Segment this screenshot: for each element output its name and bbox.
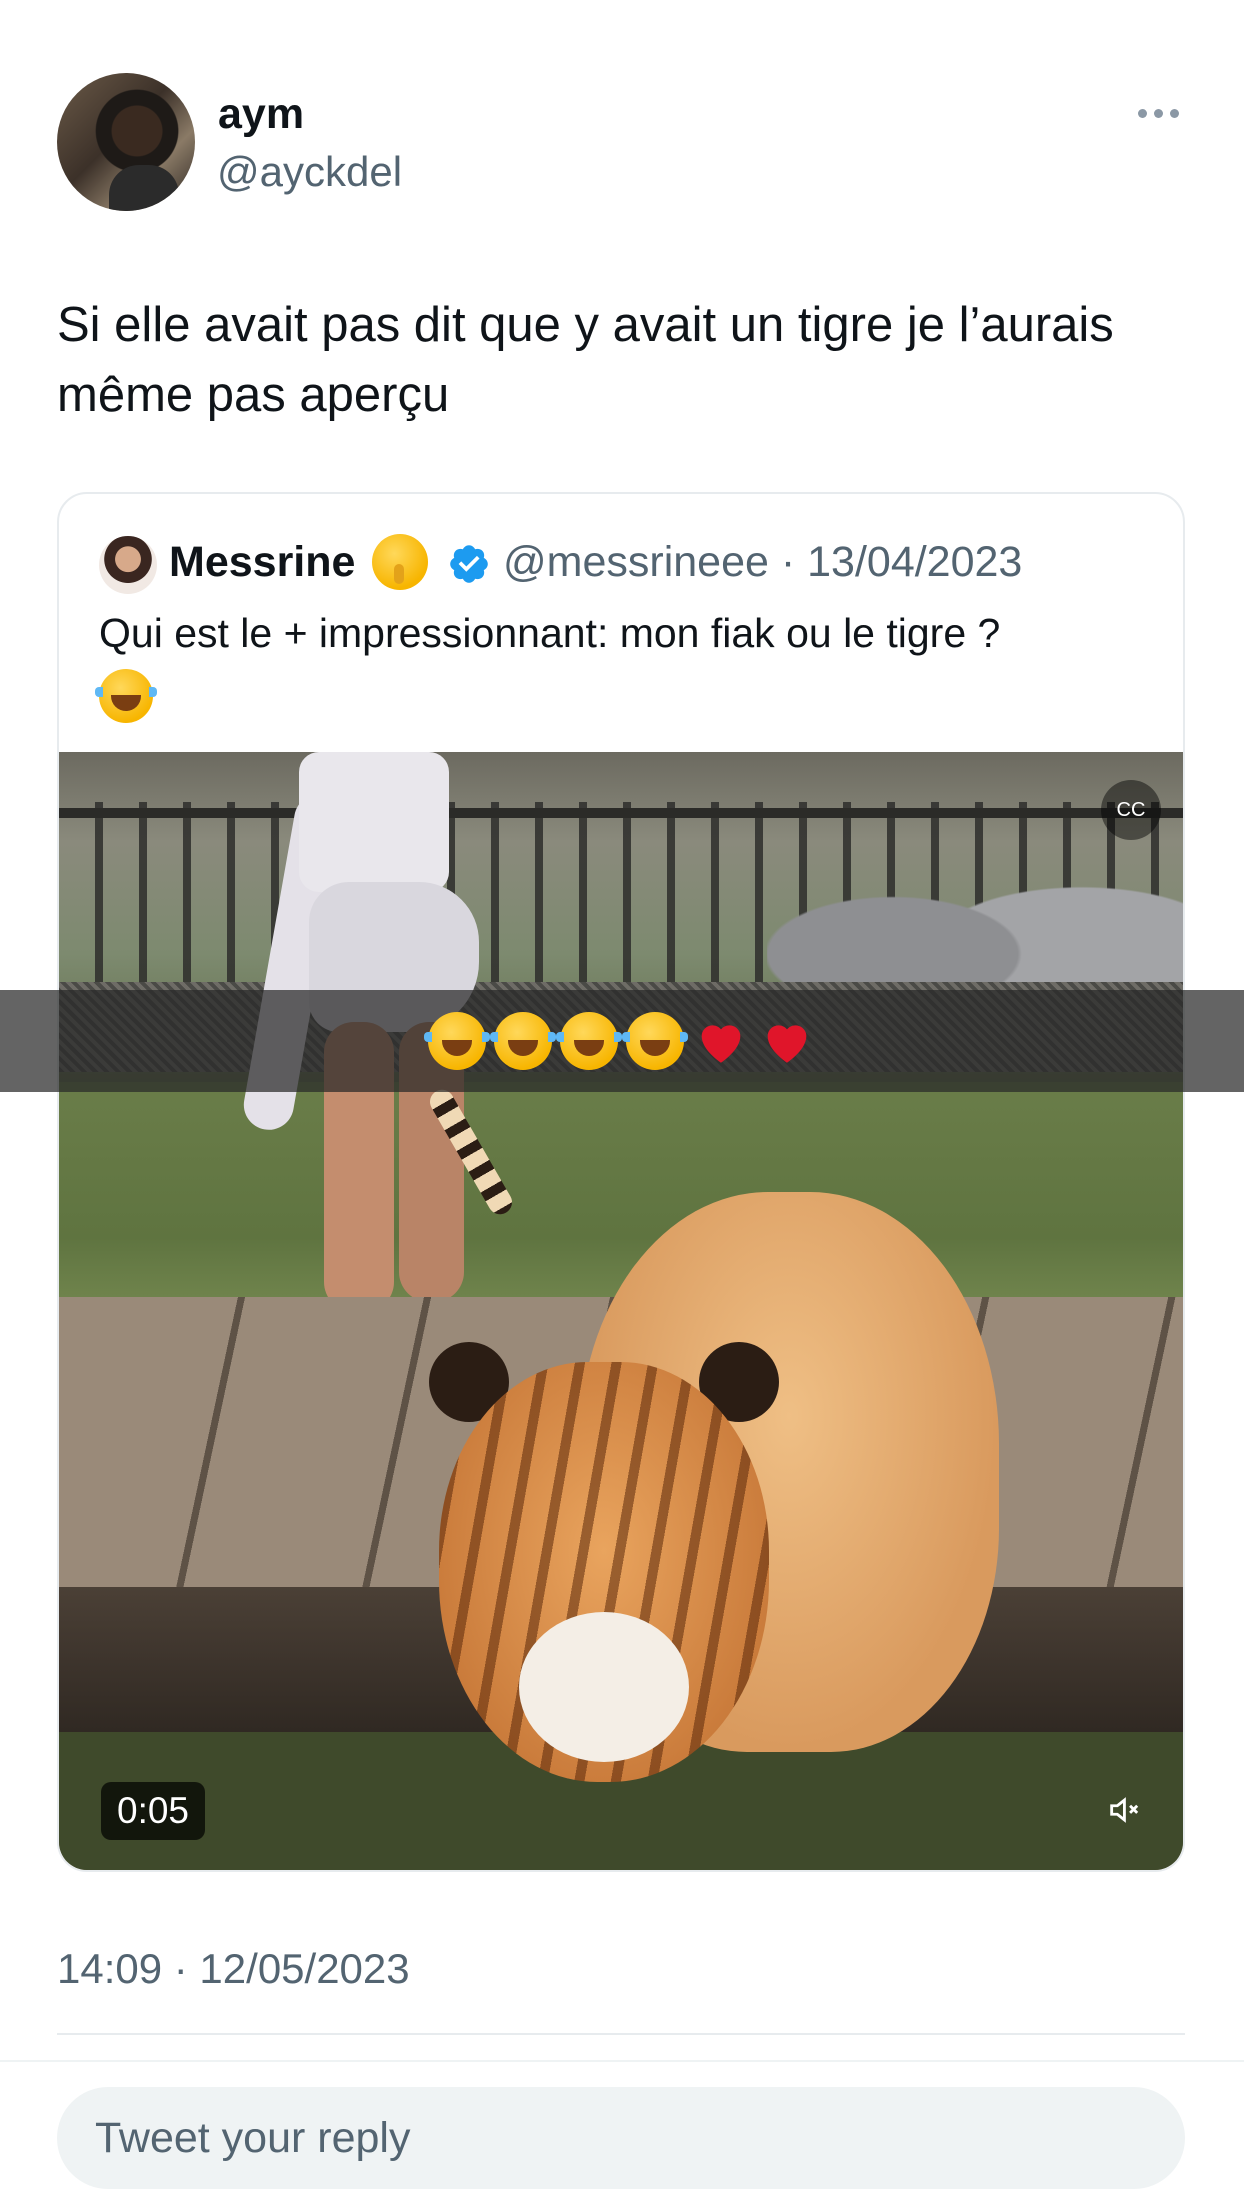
tears-of-joy-emoji-icon (556, 1012, 622, 1070)
quoted-author-name: Messrine (169, 538, 356, 586)
more-options-icon[interactable] (1138, 100, 1182, 126)
tears-of-joy-emoji-icon (95, 669, 157, 724)
quoted-tweet-card[interactable]: Messrine @messrineee · 13/04/2023 Qui es… (57, 492, 1185, 1872)
quoted-tweet-text-block: Qui est le + impressionnant: mon fiak ou… (95, 604, 1149, 724)
divider (57, 2033, 1185, 2035)
video-frame-tiger (429, 1192, 1079, 1870)
tweet-detail-page: aym @ayckdel Si elle avait pas dit que y… (0, 0, 1244, 2208)
divider (0, 2060, 1244, 2062)
shushing-face-emoji-icon (372, 534, 428, 590)
video-player[interactable]: CC 0:05 (59, 752, 1183, 1870)
author-handle[interactable]: @ayckdel (217, 148, 402, 196)
tweet-text: Si elle avait pas dit que y avait un tig… (57, 298, 1114, 422)
quoted-tweet-text: Qui est le + impressionnant: mon fiak ou… (99, 610, 1001, 656)
verified-badge-icon (450, 545, 488, 583)
author-avatar[interactable] (57, 73, 195, 211)
reply-input[interactable] (57, 2087, 1185, 2189)
mute-icon[interactable] (1095, 1782, 1151, 1838)
tweet-timestamp[interactable]: 14:09 · 12/05/2023 (57, 1945, 410, 1993)
video-caption-overlay (0, 990, 1244, 1092)
captions-toggle-icon[interactable]: CC (1101, 780, 1161, 840)
tears-of-joy-emoji-icon (622, 1012, 688, 1070)
video-duration: 0:05 (101, 1782, 206, 1840)
tears-of-joy-emoji-icon (424, 1012, 490, 1070)
tears-of-joy-emoji-icon (490, 1012, 556, 1070)
quoted-handle-and-date: @messrineee · 13/04/2023 (503, 538, 1023, 586)
quoted-author-avatar (99, 536, 157, 594)
author-display-name[interactable]: aym (218, 90, 304, 139)
red-heart-emoji-icon (701, 1025, 741, 1063)
red-heart-emoji-icon (767, 1025, 807, 1063)
